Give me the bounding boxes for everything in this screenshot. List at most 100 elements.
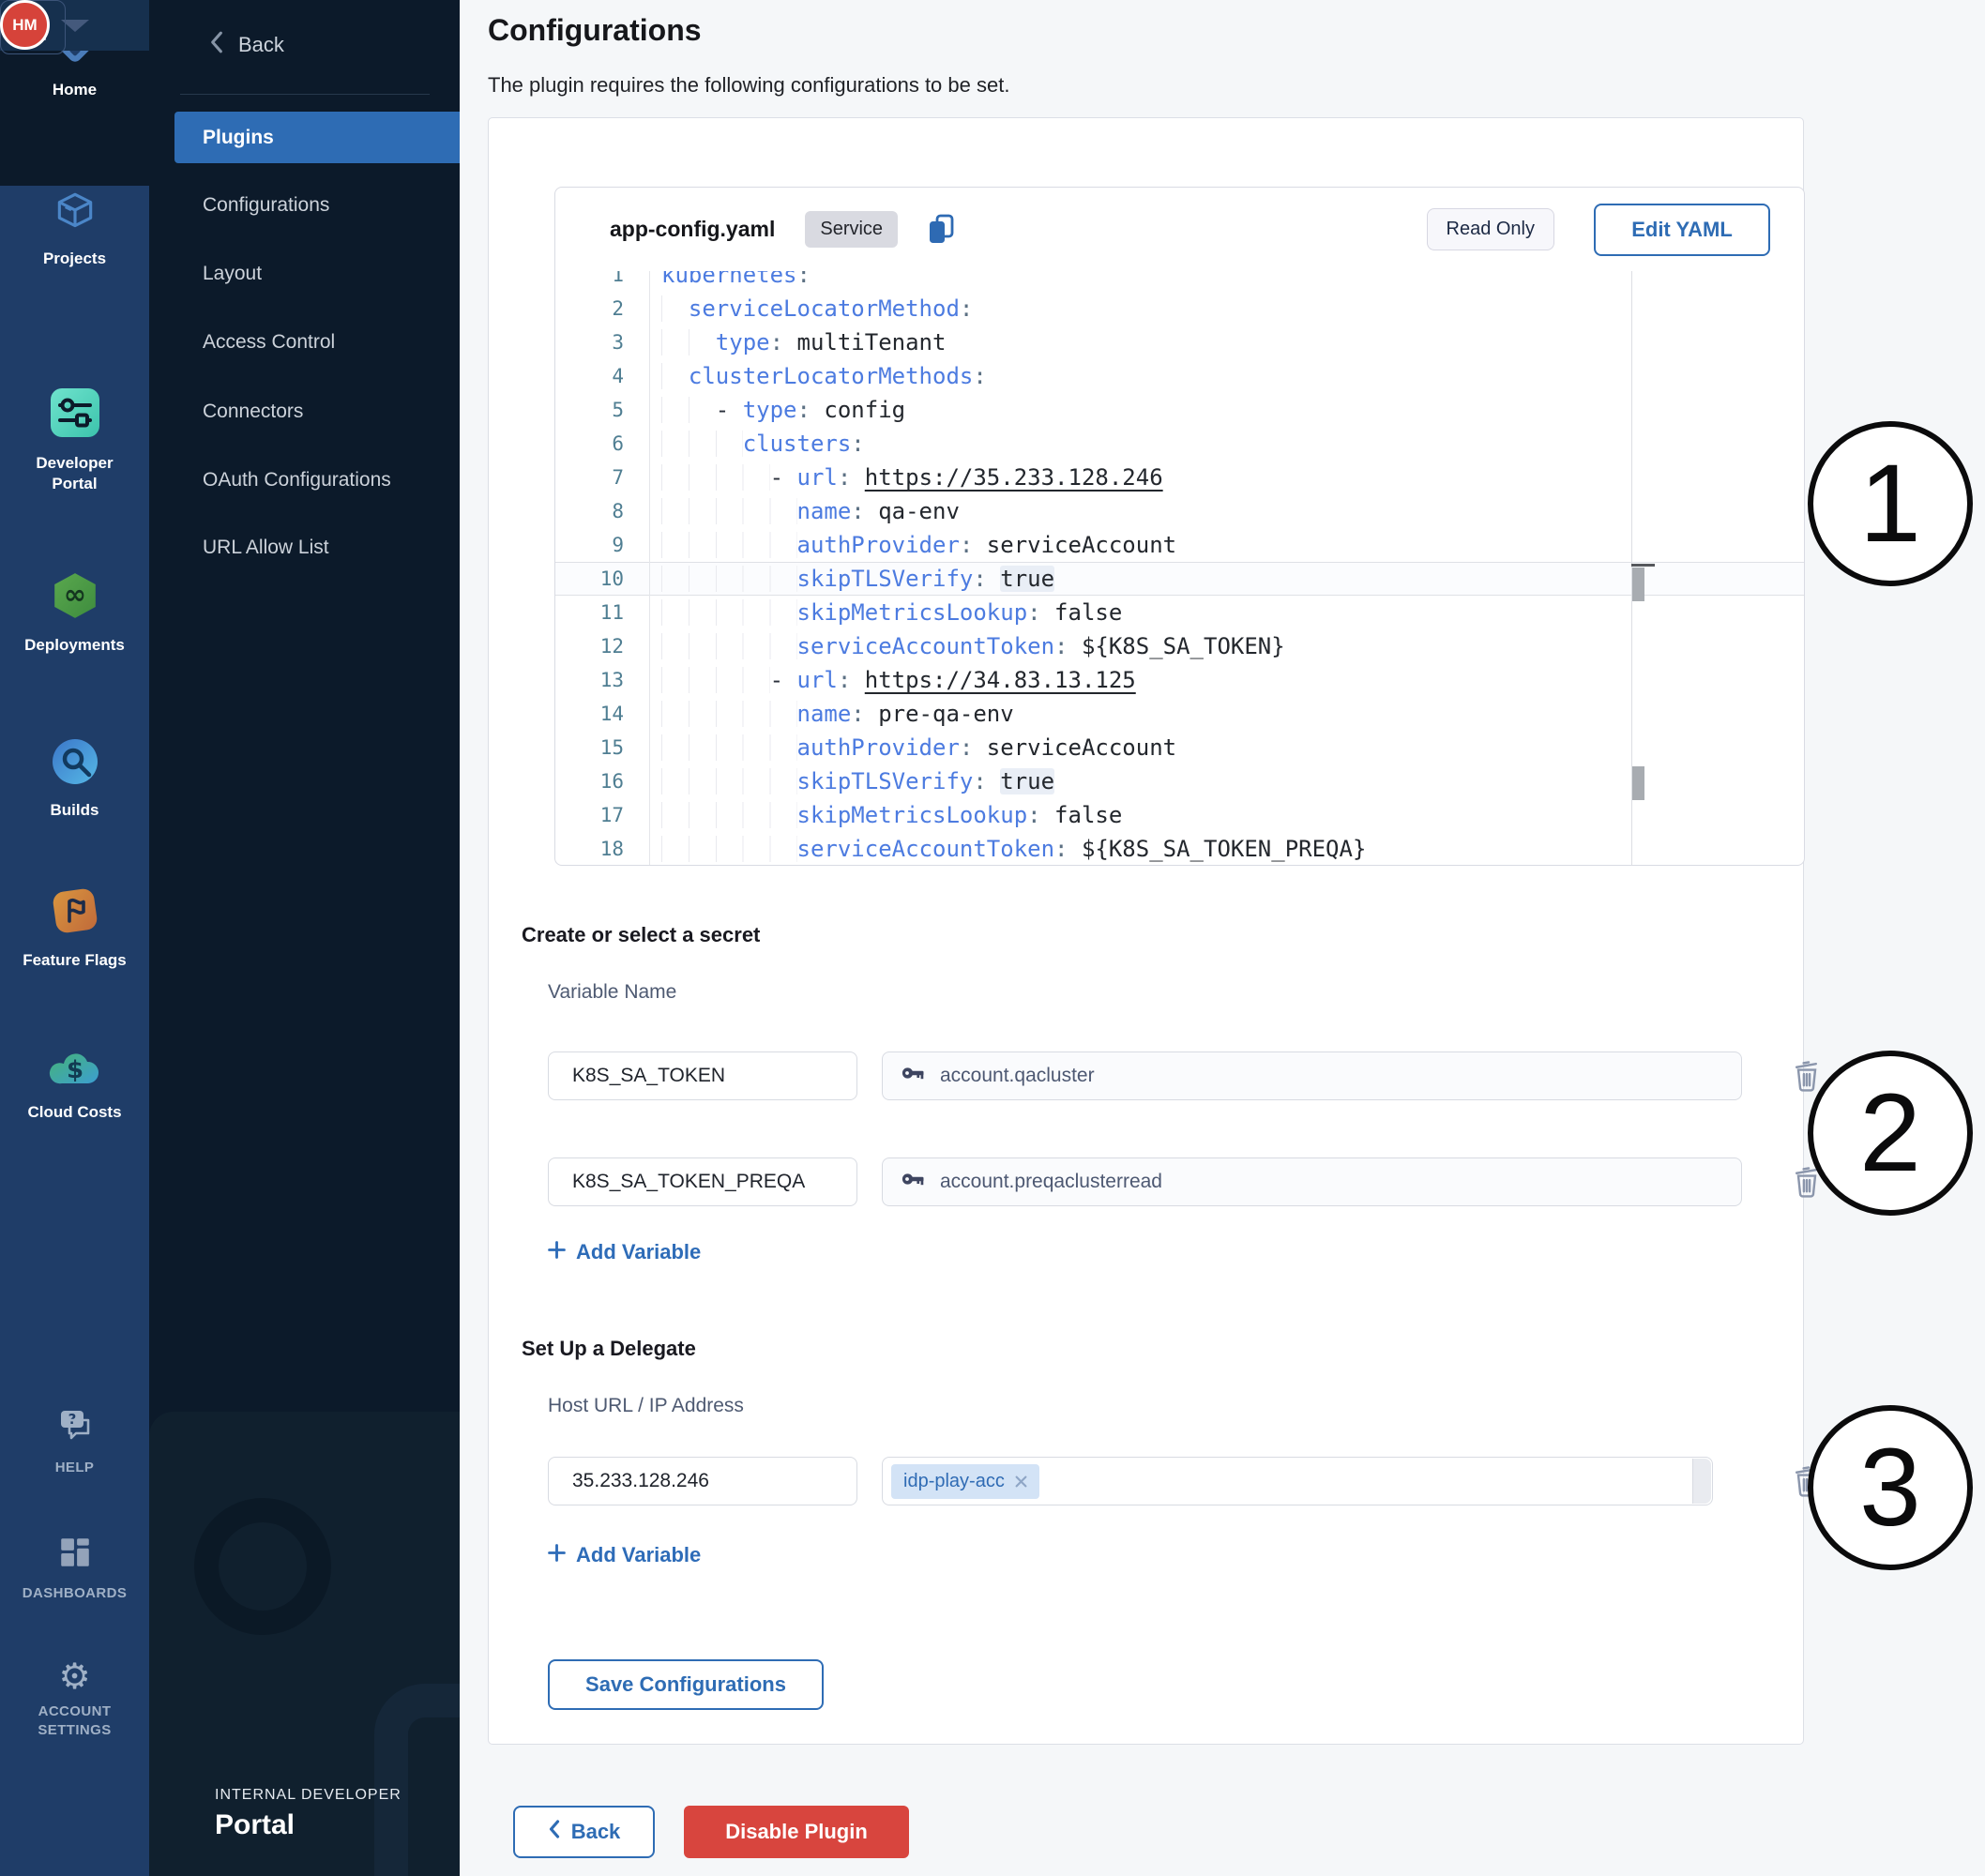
host-url-input[interactable]: 35.233.128.246	[548, 1457, 857, 1505]
code-line: 4 clusterLocatorMethods:	[555, 359, 1804, 393]
yaml-code-area[interactable]: 1kubernetes:2 serviceLocatorMethod:3 typ…	[555, 271, 1804, 865]
sidebar-item-dashboards[interactable]: DASHBOARDS	[0, 1535, 149, 1603]
back-button-label: Back	[571, 1820, 621, 1844]
page-title: Configurations	[488, 13, 702, 48]
line-content: - type: config	[661, 393, 905, 427]
subnav-divider	[180, 94, 430, 95]
line-number: 7	[555, 461, 624, 494]
yaml-filename: app-config.yaml	[610, 217, 775, 242]
add-variable-label: Add Variable	[576, 1240, 701, 1264]
tag-label: idp-play-acc	[903, 1471, 1005, 1492]
dashboards-icon	[57, 1535, 93, 1576]
delegate-tag-chip: idp-play-acc	[891, 1464, 1039, 1499]
code-line: 14 name: pre-qa-env	[555, 697, 1804, 731]
line-number: 16	[555, 764, 624, 798]
add-variable-label: Add Variable	[576, 1543, 701, 1567]
sidebar-item-label: HELP	[55, 1459, 95, 1477]
code-line: 6 clusters:	[555, 427, 1804, 461]
disable-plugin-button[interactable]: Disable Plugin	[684, 1806, 909, 1858]
sidebar-item-help[interactable]: ? HELP	[0, 1407, 149, 1477]
svg-text:$: $	[66, 1056, 83, 1084]
line-number: 9	[555, 528, 624, 562]
chevron-left-icon	[209, 31, 224, 59]
user-avatar[interactable]: HM	[0, 0, 50, 50]
code-line: 2 serviceLocatorMethod:	[555, 292, 1804, 325]
copy-icon[interactable]	[926, 213, 956, 247]
line-content: clusterLocatorMethods:	[661, 359, 987, 393]
cloud-costs-icon: $	[48, 1043, 102, 1094]
variable-name-input[interactable]: K8S_SA_TOKEN_PREQA	[548, 1157, 857, 1206]
key-icon	[902, 1168, 927, 1196]
deployments-icon: ∞	[50, 570, 100, 627]
add-variable-link[interactable]: Add Variable	[548, 1240, 701, 1264]
line-number: 2	[555, 292, 624, 325]
code-lines: 1kubernetes:2 serviceLocatorMethod:3 typ…	[555, 271, 1804, 865]
line-number: 17	[555, 798, 624, 832]
page-subtitle: The plugin requires the following config…	[488, 73, 1009, 98]
secret-value: account.qacluster	[940, 1065, 1095, 1087]
sidebar-item-account-settings[interactable]: ⚙ ACCOUNTSETTINGS	[0, 1658, 149, 1739]
secret-section-title: Create or select a secret	[522, 923, 760, 947]
subnav-item-plugins[interactable]: Plugins	[174, 112, 460, 163]
save-configurations-button[interactable]: Save Configurations	[548, 1659, 824, 1710]
line-content: skipMetricsLookup: false	[661, 596, 1122, 629]
sidebar-item-label: DASHBOARDS	[23, 1584, 128, 1603]
sidebar-item-builds[interactable]: Builds	[0, 737, 149, 821]
code-line: 10 skipTLSVerify: true	[555, 562, 1804, 596]
line-content: serviceLocatorMethod:	[661, 292, 973, 325]
yaml-editor-header: app-config.yaml Service Read Only Edit Y…	[555, 188, 1804, 271]
line-number: 5	[555, 393, 624, 427]
sidebar-item-cloud-costs[interactable]: $ Cloud Costs	[0, 1043, 149, 1123]
line-number: 12	[555, 629, 624, 663]
line-content: - url: https://34.83.13.125	[661, 663, 1136, 697]
subnav-item-oauth-configurations[interactable]: OAuth Configurations	[203, 469, 391, 492]
scrollbar-thumb[interactable]	[1632, 567, 1644, 601]
yaml-editor-card: app-config.yaml Service Read Only Edit Y…	[554, 187, 1805, 866]
sidebar-item-deployments[interactable]: ∞ Deployments	[0, 570, 149, 656]
subnav-item-configurations[interactable]: Configurations	[203, 194, 329, 217]
developer-portal-icon	[49, 386, 101, 445]
screen: Home Projects DeveloperPortal ∞ Deployme…	[0, 0, 1985, 1876]
secret-selector[interactable]: account.preqaclusterread	[882, 1157, 1742, 1206]
add-delegate-variable-link[interactable]: Add Variable	[548, 1543, 701, 1567]
annotation-circle-3: 3	[1808, 1405, 1973, 1570]
line-number: 15	[555, 731, 624, 764]
plus-icon	[548, 1543, 566, 1567]
gutter-separator	[649, 271, 650, 865]
delegate-tag-field[interactable]: idp-play-acc	[882, 1457, 1713, 1505]
subnav-back-button[interactable]: Back	[209, 31, 284, 59]
key-icon	[902, 1062, 927, 1090]
scrollbar-thumb[interactable]	[1632, 766, 1644, 800]
read-only-badge: Read Only	[1427, 208, 1555, 250]
annotation-circle-1: 1	[1808, 421, 1973, 586]
secret-selector[interactable]: account.qacluster	[882, 1051, 1742, 1100]
line-content: authProvider: serviceAccount	[661, 528, 1176, 562]
line-number: 10	[555, 562, 624, 596]
line-number: 11	[555, 596, 624, 629]
subnav-item-url-allow-list[interactable]: URL Allow List	[203, 537, 329, 559]
projects-icon	[52, 188, 98, 240]
svg-text:∞: ∞	[63, 578, 85, 610]
host-url-label: Host URL / IP Address	[548, 1395, 744, 1417]
variable-name-label: Variable Name	[548, 981, 676, 1004]
subnav-item-access-control[interactable]: Access Control	[203, 331, 335, 354]
brand-line2: Portal	[215, 1809, 402, 1841]
line-content: name: pre-qa-env	[661, 697, 1014, 731]
sidebar-item-projects[interactable]: Projects	[0, 188, 149, 269]
sidebar-item-label: ACCOUNTSETTINGS	[38, 1702, 111, 1739]
service-badge: Service	[805, 211, 898, 248]
subnav-decoration-ring	[194, 1498, 331, 1635]
code-line: 13 - url: https://34.83.13.125	[555, 663, 1804, 697]
edit-yaml-button[interactable]: Edit YAML	[1594, 204, 1770, 256]
back-button[interactable]: Back	[513, 1806, 655, 1858]
subnav-item-connectors[interactable]: Connectors	[203, 401, 303, 423]
code-line: 7 - url: https://35.233.128.246	[555, 461, 1804, 494]
variable-name-input[interactable]: K8S_SA_TOKEN	[548, 1051, 857, 1100]
remove-tag-icon[interactable]	[1015, 1475, 1027, 1488]
subnav-back-label: Back	[238, 33, 284, 57]
subnav-decoration-shape	[374, 1684, 460, 1876]
plugin-subnav: Back Plugins Configurations Layout Acces…	[149, 0, 460, 1876]
subnav-item-layout[interactable]: Layout	[203, 263, 262, 285]
sidebar-item-feature-flags[interactable]: Feature Flags	[0, 885, 149, 971]
sidebar-item-developer-portal[interactable]: DeveloperPortal	[0, 386, 149, 494]
